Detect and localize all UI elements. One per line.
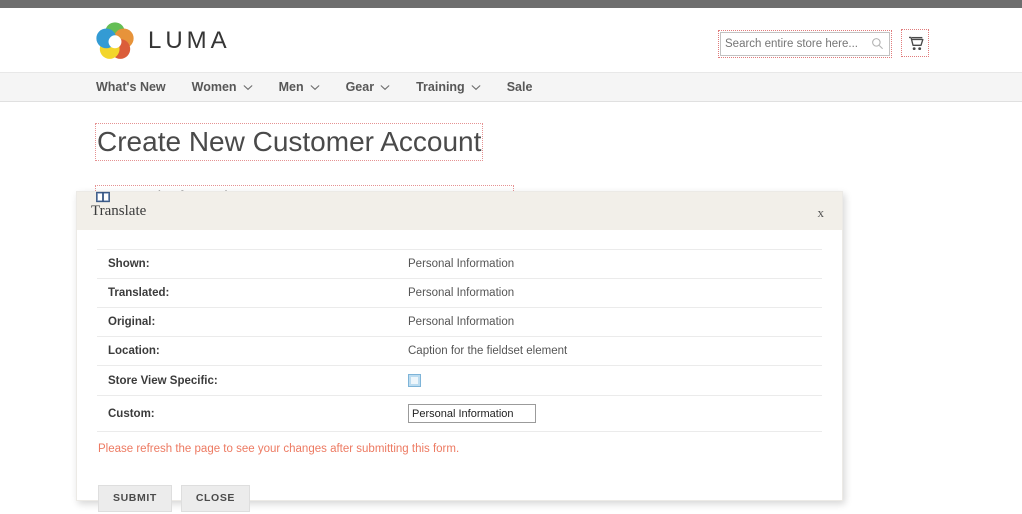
row-label: Translated: xyxy=(97,279,408,308)
row-label: Original: xyxy=(97,308,408,337)
site-logo[interactable]: LUMA xyxy=(96,22,231,60)
row-label: Location: xyxy=(97,337,408,366)
chevron-down-icon xyxy=(380,80,390,94)
row-value-cell xyxy=(408,396,822,432)
row-value: Personal Information xyxy=(408,308,822,337)
translate-modal-body: Shown: Personal Information Translated: … xyxy=(77,231,842,512)
search-box[interactable] xyxy=(720,32,890,56)
main-navigation: What's New Women Men Gear Training Sale xyxy=(0,72,1022,102)
row-label: Shown: xyxy=(97,250,408,279)
nav-item-label: Gear xyxy=(346,80,375,94)
nav-item-label: What's New xyxy=(96,80,166,94)
header-search-area xyxy=(720,32,926,56)
nav-item-label: Women xyxy=(192,80,237,94)
table-row: Custom: xyxy=(97,396,822,432)
search-input[interactable] xyxy=(725,38,860,50)
nav-item-label: Men xyxy=(279,80,304,94)
store-view-specific-checkbox[interactable] xyxy=(408,374,421,387)
row-label: Custom: xyxy=(97,396,408,432)
search-icon[interactable] xyxy=(871,37,884,50)
nav-item-training[interactable]: Training xyxy=(416,80,481,94)
row-value: Personal Information xyxy=(408,250,822,279)
chevron-down-icon xyxy=(471,80,481,94)
shopping-cart-icon[interactable] xyxy=(904,32,926,54)
translate-modal: Translate x Shown: Personal Information … xyxy=(76,191,843,501)
row-label: Store View Specific: xyxy=(97,366,408,396)
nav-item-whats-new[interactable]: What's New xyxy=(96,80,166,94)
row-value: Caption for the fieldset element xyxy=(408,337,822,366)
open-book-icon xyxy=(96,190,110,202)
refresh-note: Please refresh the page to see your chan… xyxy=(97,443,822,455)
translate-modal-header: Translate x xyxy=(77,192,842,231)
top-dark-bar xyxy=(0,0,1022,8)
nav-item-label: Training xyxy=(416,80,465,94)
chevron-down-icon xyxy=(243,80,253,94)
close-icon[interactable]: x xyxy=(814,204,829,221)
luma-flower-logo-icon xyxy=(96,22,134,60)
table-row: Shown: Personal Information xyxy=(97,250,822,279)
nav-item-gear[interactable]: Gear xyxy=(346,80,391,94)
table-row: Store View Specific: xyxy=(97,366,822,396)
table-row: Location: Caption for the fieldset eleme… xyxy=(97,337,822,366)
table-row: Original: Personal Information xyxy=(97,308,822,337)
nav-item-label: Sale xyxy=(507,80,533,94)
table-row: Translated: Personal Information xyxy=(97,279,822,308)
site-header: LUMA xyxy=(0,8,1022,72)
nav-item-sale[interactable]: Sale xyxy=(507,80,533,94)
logo-wordmark: LUMA xyxy=(148,27,231,55)
row-value-cell xyxy=(408,366,822,396)
nav-item-men[interactable]: Men xyxy=(279,80,320,94)
submit-button[interactable]: SUBMIT xyxy=(98,485,172,512)
nav-item-women[interactable]: Women xyxy=(192,80,253,94)
row-value: Personal Information xyxy=(408,279,822,308)
translate-modal-title: Translate xyxy=(91,203,146,220)
modal-actions: SUBMIT CLOSE xyxy=(97,485,822,512)
custom-translation-input[interactable] xyxy=(408,404,536,423)
page-title: Create New Customer Account xyxy=(96,124,482,160)
translate-properties-table: Shown: Personal Information Translated: … xyxy=(97,249,822,432)
chevron-down-icon xyxy=(310,80,320,94)
close-button[interactable]: CLOSE xyxy=(181,485,250,512)
